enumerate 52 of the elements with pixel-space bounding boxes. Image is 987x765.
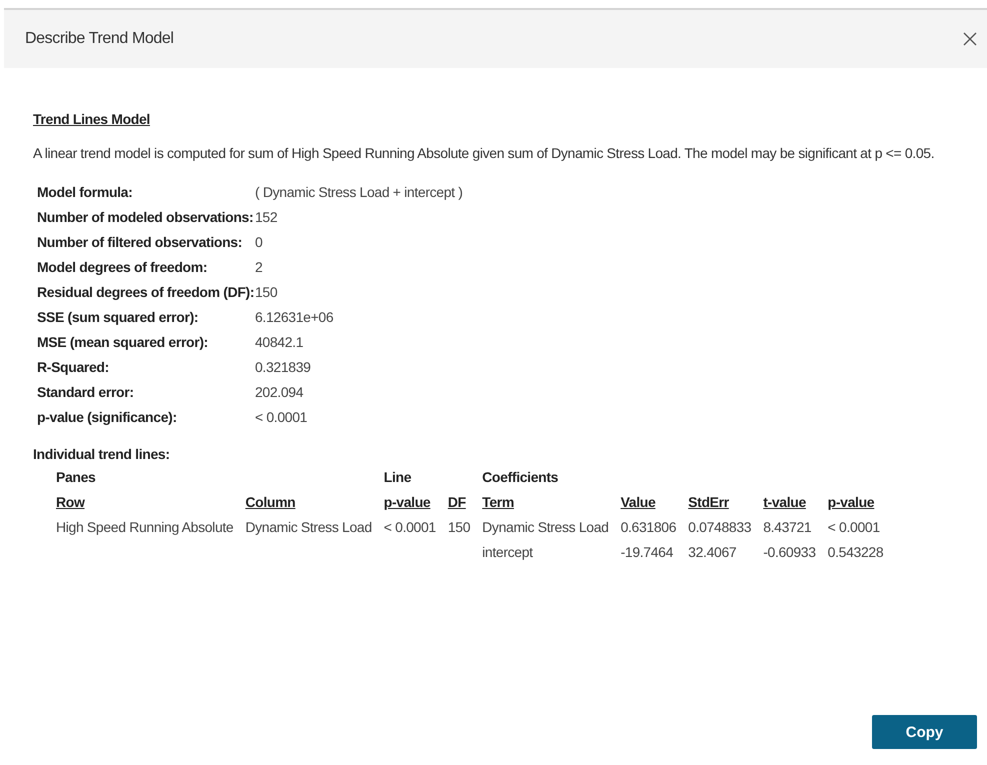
stat-value: 202.094 <box>255 384 304 401</box>
section-heading: Trend Lines Model <box>33 111 151 127</box>
column-header: t-value <box>763 494 806 510</box>
table-cell: intercept <box>482 544 533 560</box>
stat-value: 0 <box>255 234 264 251</box>
stat-value: 2 <box>255 259 264 276</box>
copy-button[interactable]: Copy <box>872 715 977 749</box>
column-header: Value <box>620 494 656 510</box>
stat-value: 40842.1 <box>255 334 304 351</box>
stat-label: Model degrees of freedom: <box>37 259 208 276</box>
stat-value: 0.321839 <box>255 359 312 376</box>
stat-value: 152 <box>255 209 278 226</box>
stat-value: 150 <box>255 284 278 301</box>
group-header: Panes <box>56 468 96 484</box>
trend-lines-label: Individual trend lines: <box>33 446 171 462</box>
stat-value: ( Dynamic Stress Load + intercept ) <box>255 184 464 201</box>
stat-label: Standard error: <box>37 384 135 401</box>
stat-label: Model formula: <box>37 184 134 201</box>
table-cell: 32.4067 <box>688 544 736 560</box>
table-cell: < 0.0001 <box>828 518 880 534</box>
column-header: Row <box>56 494 85 510</box>
table-cell: 0.0748833 <box>688 518 752 534</box>
table-cell: 0.631806 <box>620 518 676 534</box>
stat-label: MSE (mean squared error): <box>37 334 209 351</box>
column-header: Column <box>245 494 296 510</box>
stat-label: R-Squared: <box>37 359 110 376</box>
table-cell: 0.543228 <box>828 544 884 560</box>
stat-value: 6.12631e+06 <box>255 309 334 326</box>
column-header: StdErr <box>688 494 729 510</box>
table-cell: -0.60933 <box>763 544 816 560</box>
table-cell: < 0.0001 <box>384 518 436 534</box>
dialog-title: Describe Trend Model <box>25 30 174 48</box>
stat-label: SSE (sum squared error): <box>37 309 200 326</box>
column-header: Term <box>482 494 514 510</box>
column-header: p-value <box>384 494 430 510</box>
close-icon[interactable] <box>963 32 977 46</box>
table-cell: 150 <box>448 518 470 534</box>
stat-value: < 0.0001 <box>255 409 308 426</box>
table-cell: 8.43721 <box>763 518 812 534</box>
group-header: Line <box>384 468 412 484</box>
stat-label: Number of modeled observations: <box>37 209 254 226</box>
group-header: Coefficients <box>482 468 558 484</box>
table-cell: Dynamic Stress Load <box>482 518 609 534</box>
stat-label: Residual degrees of freedom (DF): <box>37 284 255 301</box>
model-description: A linear trend model is computed for sum of High Speed Running Absolute given sum of Dynamic Stress Load. The model may be significant at p <= 0.05. <box>33 145 936 161</box>
column-header: p-value <box>828 494 874 510</box>
table-cell: -19.7464 <box>620 544 674 560</box>
stat-label: p-value (significance): <box>37 409 178 426</box>
stat-label: Number of filtered observations: <box>37 234 244 251</box>
table-cell: High Speed Running Absolute <box>56 518 234 534</box>
table-cell: Dynamic Stress Load <box>245 518 372 534</box>
column-header: DF <box>448 494 466 510</box>
